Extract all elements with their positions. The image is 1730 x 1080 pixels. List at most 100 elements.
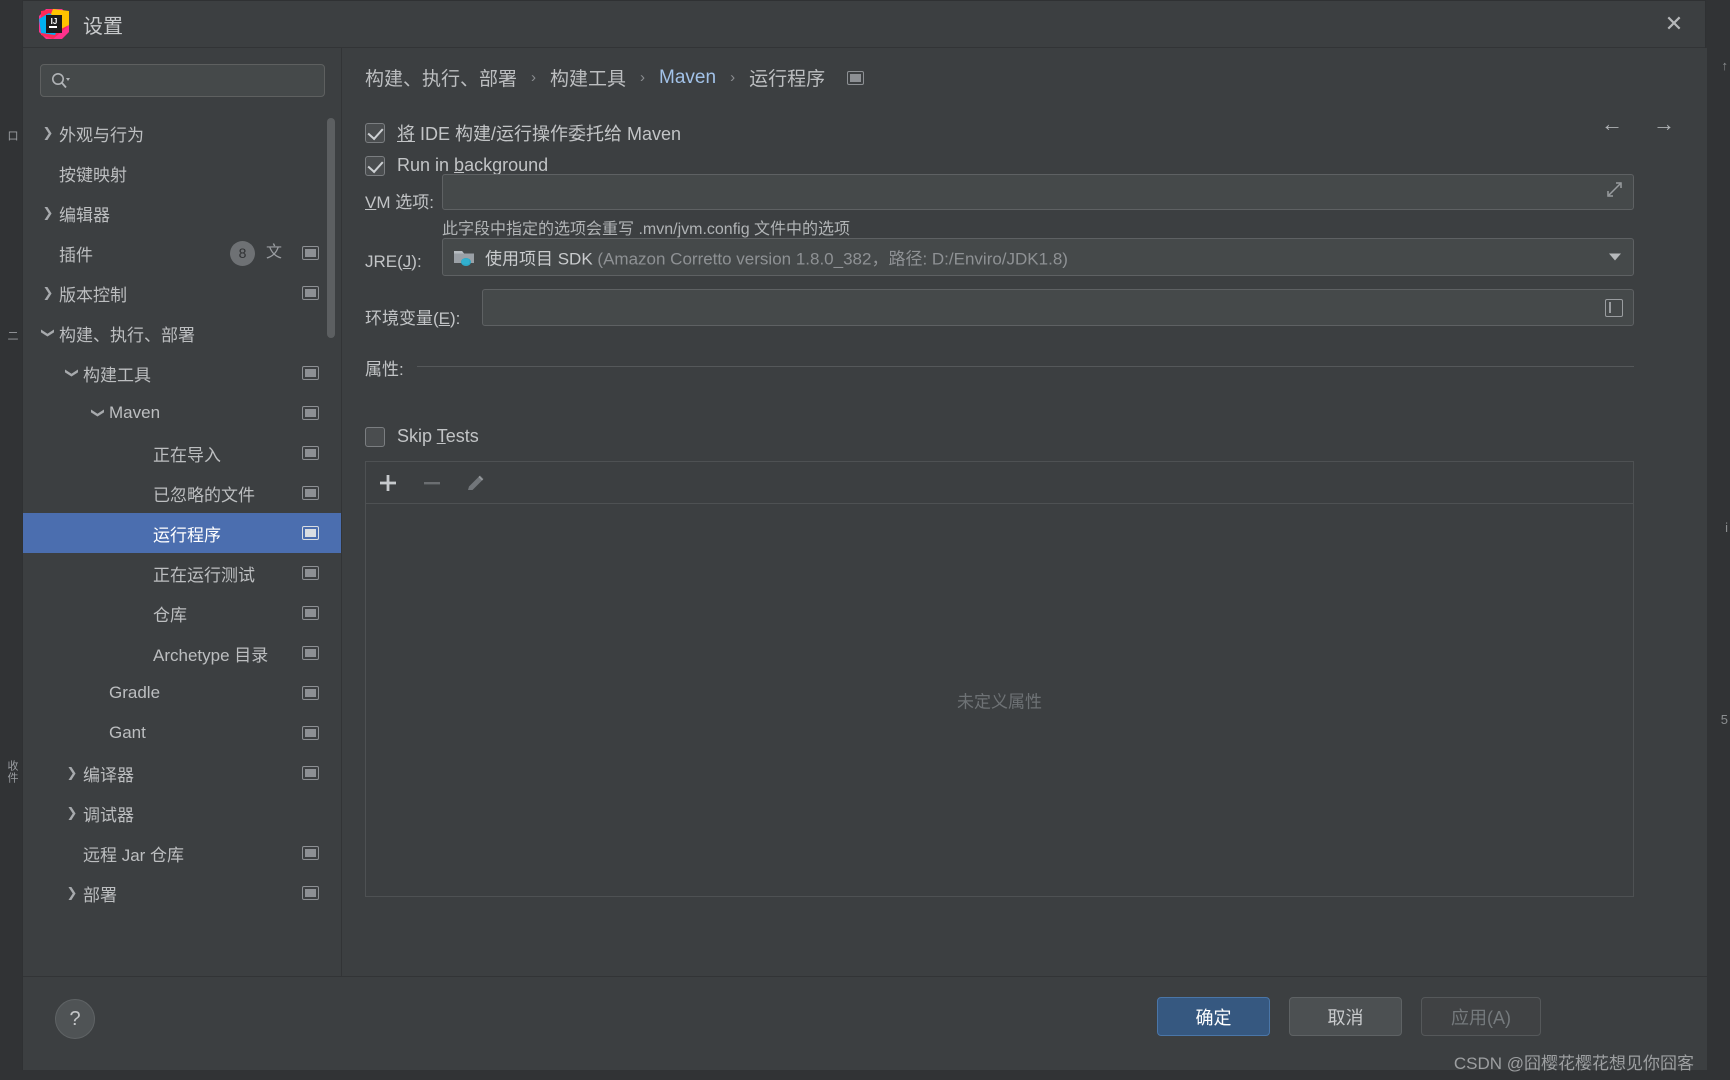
ok-button[interactable]: 确定 [1157, 997, 1270, 1036]
run-in-background-checkbox-row[interactable]: Run in background [365, 155, 548, 176]
chevron-right-icon[interactable]: ❯ [37, 205, 59, 221]
sidebar-item-label: 仓库 [153, 605, 187, 625]
project-scope-icon [302, 366, 319, 380]
properties-table[interactable]: 未定义属性 [365, 503, 1634, 897]
project-scope-icon [302, 686, 319, 700]
sidebar-item-2[interactable]: ❯ 编辑器 [23, 193, 341, 233]
vm-options-hint: 此字段中指定的选项会重写 .mvn/jvm.config 文件中的选项 [442, 221, 851, 238]
sidebar-item-4[interactable]: ❯ 版本控制 [23, 273, 341, 313]
env-vars-field[interactable] [482, 289, 1634, 326]
forward-arrow-icon[interactable]: → [1647, 110, 1681, 140]
sidebar-item-label: 部署 [83, 885, 117, 905]
sidebar-item-1[interactable]: 按键映射 [23, 153, 341, 193]
svg-text:IJ: IJ [51, 17, 58, 26]
chevron-down-icon[interactable]: ❯ [40, 322, 56, 344]
sidebar-item-label: 运行程序 [153, 525, 221, 545]
translate-icon: 文 [265, 244, 282, 261]
chevron-right-icon[interactable]: ❯ [37, 285, 59, 301]
breadcrumb-item-0[interactable]: 构建、执行、部署 [365, 64, 517, 91]
chevron-right-icon[interactable]: ❯ [61, 885, 83, 901]
sidebar-item-13[interactable]: Archetype 目录 [23, 633, 341, 673]
sidebar-item-9[interactable]: 已忽略的文件 [23, 473, 341, 513]
search-icon [50, 71, 70, 91]
sidebar-item-label: 外观与行为 [59, 125, 144, 145]
watermark: CSDN @囧樱花樱花想见你囧客 [1453, 1054, 1694, 1073]
add-property-button[interactable] [366, 462, 410, 503]
sidebar-item-0[interactable]: ❯ 外观与行为 [23, 113, 341, 153]
sidebar-item-17[interactable]: ❯ 调试器 [23, 793, 341, 833]
breadcrumb-separator-0: › [531, 69, 537, 86]
close-icon[interactable]: ✕ [1659, 9, 1689, 39]
sidebar-item-label: Gant [109, 723, 146, 742]
plugin-update-badge: 8 [230, 240, 255, 266]
edit-property-button[interactable] [454, 462, 498, 503]
sidebar-item-12[interactable]: 仓库 [23, 593, 341, 633]
breadcrumb-separator-2: › [730, 69, 736, 86]
sidebar-scrollbar[interactable] [327, 118, 335, 338]
env-vars-browse-icon[interactable] [1605, 298, 1623, 317]
sidebar-item-label: 调试器 [83, 805, 134, 825]
sidebar-item-6[interactable]: ❯ 构建工具 [23, 353, 341, 393]
sidebar-item-8[interactable]: 正在导入 [23, 433, 341, 473]
search-box[interactable] [40, 64, 325, 97]
chevron-down-icon[interactable]: ❯ [64, 362, 80, 384]
intellij-idea-logo-icon: IJ [39, 9, 69, 39]
sidebar-item-label: Gradle [109, 683, 161, 702]
sidebar-item-15[interactable]: Gant [23, 713, 341, 753]
vm-options-field[interactable] [442, 174, 1634, 210]
sidebar-item-11[interactable]: 正在运行测试 [23, 553, 341, 593]
chevron-down-icon[interactable]: ❯ [90, 402, 106, 424]
sidebar-item-19[interactable]: ❯ 部署 [23, 873, 341, 913]
chevron-right-icon[interactable]: ❯ [61, 805, 83, 821]
sidebar-item-label: 版本控制 [59, 285, 127, 305]
skip-tests-checkbox-row[interactable]: Skip Tests [365, 426, 479, 447]
jre-dropdown[interactable]: 使用项目 SDK (Amazon Corretto version 1.8.0_… [442, 238, 1634, 276]
sidebar-item-16[interactable]: ❯ 编译器 [23, 753, 341, 793]
project-scope-icon [302, 486, 319, 500]
chevron-right-icon[interactable]: ❯ [37, 125, 59, 141]
project-scope-icon [302, 886, 319, 900]
ide-right-glyph-1: ↑ [1721, 58, 1729, 73]
jre-label: JRE(J): [365, 252, 422, 271]
project-scope-icon [847, 70, 865, 85]
help-button[interactable]: ? [55, 999, 95, 1039]
properties-section-label: 属性: [365, 360, 404, 379]
breadcrumb-item-3: 运行程序 [749, 69, 826, 90]
sidebar-item-5[interactable]: ❯ 构建、执行、部署 [23, 313, 341, 353]
skip-tests-checkbox[interactable] [365, 426, 385, 447]
apply-button: 应用(A) [1421, 997, 1541, 1036]
sidebar-item-18[interactable]: 远程 Jar 仓库 [23, 833, 341, 873]
sidebar-item-label: 构建、执行、部署 [59, 325, 195, 345]
breadcrumb-separator-1: › [640, 69, 646, 86]
folder-jdk-icon [453, 247, 477, 267]
sidebar-item-label: 正在导入 [153, 445, 221, 465]
chevron-down-icon[interactable] [1609, 253, 1621, 261]
sidebar-item-label: 正在运行测试 [153, 565, 255, 585]
project-scope-icon [302, 606, 319, 620]
project-scope-icon [302, 726, 319, 740]
expand-diagonal-icon[interactable] [1606, 181, 1623, 203]
jre-value: 使用项目 SDK (Amazon Corretto version 1.8.0_… [485, 245, 1068, 270]
project-scope-icon [302, 646, 319, 660]
search-input[interactable] [77, 70, 315, 92]
sidebar-item-10[interactable]: 运行程序 [23, 513, 341, 553]
breadcrumb-item-1[interactable]: 构建工具 [550, 64, 626, 91]
sidebar-item-7[interactable]: ❯ Maven [23, 393, 341, 433]
breadcrumb-item-2[interactable]: Maven [659, 67, 716, 89]
sidebar-item-14[interactable]: Gradle [23, 673, 341, 713]
project-scope-icon [302, 526, 319, 540]
settings-tree[interactable]: ❯ 外观与行为 按键映射 ❯ 编辑器 插件 8 文 ❯ 版本控制 ❯ 构建、执行、部署 ❯ 构建工具 ❯ Ma… [23, 113, 341, 958]
remove-property-button[interactable] [410, 462, 454, 503]
project-scope-icon [302, 246, 319, 260]
delegate-build-checkbox-row[interactable]: 将 IDE 构建/运行操作委托给 Maven [365, 120, 681, 146]
back-arrow-icon[interactable]: ← [1595, 110, 1629, 140]
sidebar-item-3[interactable]: 插件 8 文 [23, 233, 341, 273]
chevron-right-icon[interactable]: ❯ [61, 765, 83, 781]
cancel-button[interactable]: 取消 [1289, 997, 1402, 1036]
ide-left-glyph-2: 二 [6, 330, 18, 342]
sidebar-item-label: 远程 Jar 仓库 [83, 845, 185, 865]
properties-toolbar [365, 461, 1634, 503]
sidebar-item-label: 按键映射 [59, 165, 127, 185]
run-in-background-checkbox[interactable] [365, 155, 385, 176]
delegate-build-checkbox[interactable] [365, 123, 385, 143]
